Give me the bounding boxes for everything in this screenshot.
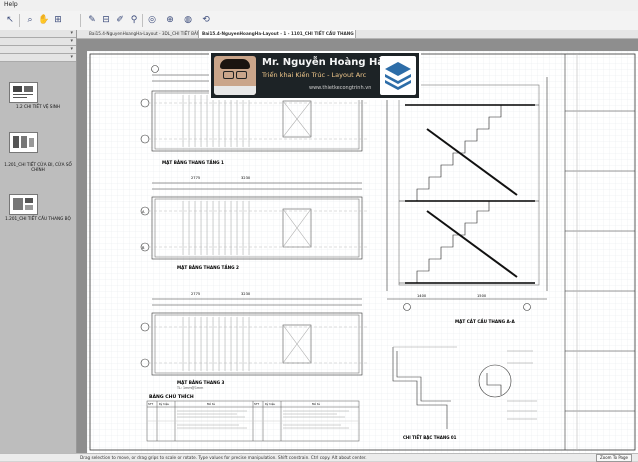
rotate-icon[interactable]: ⟲: [200, 14, 212, 26]
dim-label: 2775: [191, 176, 200, 180]
legend-header-symbol: Ký hiệu: [159, 402, 169, 406]
plan3-scale-text: TL: 1mm@1mm: [176, 386, 203, 390]
sheet-thumbnail-2[interactable]: [9, 132, 38, 153]
presenter-photo: [214, 56, 256, 95]
section-title-text: MẶT CẮT CẦU THANG A-A: [455, 319, 516, 324]
promo-banner: Mr. Nguyễn Hoàng Hà Triển khai Kiến Trúc…: [209, 51, 421, 100]
drawing-sheet: MẶT BẰNG THANG TẦNG 1 MẶT BẰNG THANG TẦN…: [87, 51, 638, 453]
dim-label: 3230: [241, 176, 251, 180]
sheet-thumbnail-3[interactable]: [9, 194, 38, 215]
legend-header-symbol: Ký hiệu: [265, 402, 275, 406]
chevron-down-icon: ▾: [70, 30, 73, 36]
toolbar: ↖ ⌕ ✋ ⊞ ✎ ⊟ ✐ ⚲ ◎ ⊕ ◍ ⟲: [0, 11, 638, 31]
tab-bai15-3dl[interactable]: Bai15.4-NguyenHoangHa-Layout - 3DL_CHI T…: [86, 30, 200, 38]
legend-header-stt: STT: [148, 402, 153, 406]
document-tabs: Bai15.4-NguyenHoangHa-Layout - 3DL_CHI T…: [76, 30, 638, 39]
promo-subtitle: Triển khai Kiến Trúc - Layout Arc: [262, 71, 367, 79]
plan3-title-text: MẶT BẰNG THANG 3: [177, 380, 225, 385]
sheet-thumbnail-1[interactable]: [9, 82, 38, 103]
tab-bai15-1101[interactable]: Bai15.4-NguyenHoangHa-Layout - 1 - 1101_…: [198, 30, 356, 38]
toolbar-separator: [19, 14, 20, 27]
menu-help[interactable]: Help: [4, 1, 18, 8]
chevron-down-icon: ▾: [70, 46, 73, 52]
toolbar-separator: [142, 14, 143, 27]
dim-label: 1500: [477, 294, 487, 298]
tape-icon[interactable]: ⊟: [100, 14, 112, 26]
marker-icon[interactable]: ✐: [114, 14, 126, 26]
detail-title-text: CHI TIẾT BẬC THANG 01: [403, 434, 457, 440]
promo-name: Mr. Nguyễn Hoàng Hà: [262, 57, 385, 68]
pan-icon[interactable]: ✋: [38, 14, 50, 26]
sheet-panel: ▾ ▾ ▾ ▾ 1.2 CHI TIẾT VỆ SINH 1.201_CHI T…: [0, 30, 77, 453]
zoom-to-page-button[interactable]: Zoom To Page: [596, 454, 632, 462]
toolbar-separator: [80, 14, 81, 27]
legend-header-stt: STT: [254, 402, 259, 406]
drawing-svg: MẶT BẰNG THANG TẦNG 1 MẶT BẰNG THANG TẦN…: [87, 51, 638, 453]
promo-website: www.thietkecongtrinh.vn: [309, 85, 372, 91]
layers-logo-icon: [380, 56, 416, 95]
legend-header-desc: Mô tả: [312, 402, 320, 406]
target-icon[interactable]: ⊕: [164, 14, 176, 26]
plan2-title-text: MẶT BẰNG THANG TẦNG 2: [177, 265, 239, 270]
stamp-icon[interactable]: ⚲: [128, 14, 140, 26]
panel-header[interactable]: ▾: [0, 46, 76, 54]
select-icon[interactable]: ↖: [4, 14, 16, 26]
panel-header[interactable]: ▾: [0, 54, 76, 62]
drawing-canvas[interactable]: MẶT BẰNG THANG TẦNG 1 MẶT BẰNG THANG TẦN…: [77, 39, 638, 453]
sheet-label-3[interactable]: 1.201_CHI TIẾT CẦU THANG BỘ: [2, 216, 74, 221]
dim-label: 2775: [191, 292, 200, 296]
legend-header-desc: Mô tả: [207, 402, 215, 406]
plan1-title-text: MẶT BẰNG THANG TẦNG 1: [162, 160, 224, 165]
zoom-icon[interactable]: ⌕: [24, 14, 36, 26]
chevron-down-icon: ▾: [70, 38, 73, 44]
link-icon[interactable]: ◎: [146, 14, 158, 26]
fit-icon[interactable]: ◍: [182, 14, 194, 26]
dim-label: 1400: [417, 294, 427, 298]
chevron-down-icon: ▾: [70, 54, 73, 60]
dim-label: 3230: [241, 292, 251, 296]
sheet-tools-icon[interactable]: ⊞: [52, 14, 64, 26]
sheet-label-1[interactable]: 1.2 CHI TIẾT VỆ SINH: [2, 104, 74, 109]
pencil-icon[interactable]: ✎: [86, 14, 98, 26]
sheet-label-2[interactable]: 1.201_CHI TIẾT CỬA ĐI, CỬA SỔ CHÍNH: [2, 162, 74, 172]
panel-header[interactable]: ▾: [0, 30, 76, 38]
panel-header[interactable]: ▾: [0, 38, 76, 46]
